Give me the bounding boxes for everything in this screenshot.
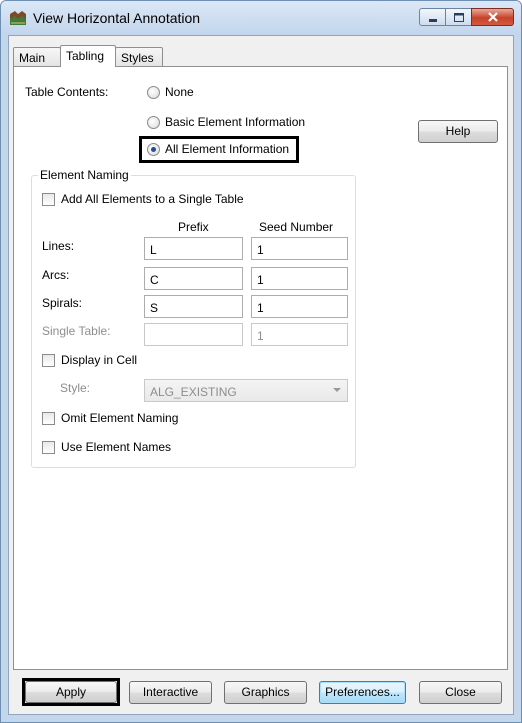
- dialog-client-area: Main Tabling Styles Table Contents: None…: [8, 35, 514, 715]
- add-all-elements-checkbox[interactable]: [42, 193, 55, 206]
- omit-element-naming-checkbox[interactable]: [42, 412, 55, 425]
- single-table-label: Single Table:: [42, 324, 111, 338]
- tab-main[interactable]: Main: [13, 47, 61, 66]
- add-all-elements-label[interactable]: Add All Elements to a Single Table: [61, 192, 244, 206]
- close-window-button[interactable]: [471, 8, 514, 26]
- minimize-icon: [429, 19, 437, 22]
- lines-label: Lines:: [42, 239, 75, 253]
- dialog-window: View Horizontal Annotation Main Tabling …: [0, 0, 522, 723]
- spirals-prefix-input[interactable]: S: [144, 295, 243, 318]
- single-table-seed-input: 1: [251, 323, 348, 346]
- element-naming-legend: Element Naming: [38, 168, 131, 182]
- spirals-seed-input[interactable]: 1: [251, 295, 348, 318]
- style-dropdown: ALG_EXISTING: [144, 379, 348, 402]
- tabling-panel: Table Contents: None Basic Element Infor…: [13, 66, 508, 670]
- interactive-button[interactable]: Interactive: [129, 681, 212, 704]
- maximize-icon: [454, 13, 464, 22]
- preferences-button[interactable]: Preferences...: [319, 681, 406, 704]
- apply-button[interactable]: Apply: [25, 681, 117, 703]
- radio-all-element-information[interactable]: [147, 143, 160, 156]
- lines-seed-input[interactable]: 1: [251, 237, 348, 260]
- use-element-names-label[interactable]: Use Element Names: [61, 440, 171, 454]
- close-icon: [488, 12, 498, 22]
- close-button[interactable]: Close: [419, 681, 502, 704]
- display-in-cell-label[interactable]: Display in Cell: [61, 353, 137, 367]
- help-button[interactable]: Help: [418, 120, 498, 143]
- graphics-button[interactable]: Graphics: [224, 681, 307, 704]
- prefix-header: Prefix: [178, 220, 209, 234]
- radio-basic-label[interactable]: Basic Element Information: [165, 115, 305, 129]
- use-element-names-checkbox[interactable]: [42, 441, 55, 454]
- tab-styles[interactable]: Styles: [115, 47, 163, 66]
- radio-none-label[interactable]: None: [165, 85, 194, 99]
- minimize-button[interactable]: [419, 8, 446, 26]
- omit-element-naming-label[interactable]: Omit Element Naming: [61, 411, 178, 425]
- table-contents-label: Table Contents:: [25, 85, 109, 99]
- app-icon: [9, 10, 27, 26]
- tab-tabling[interactable]: Tabling: [60, 45, 116, 67]
- maximize-button[interactable]: [445, 8, 472, 26]
- arcs-seed-input[interactable]: 1: [251, 267, 348, 290]
- seed-number-header: Seed Number: [259, 220, 334, 234]
- arcs-prefix-input[interactable]: C: [144, 267, 243, 290]
- lines-prefix-input[interactable]: L: [144, 237, 243, 260]
- style-label: Style:: [60, 381, 91, 395]
- window-title: View Horizontal Annotation: [33, 10, 201, 26]
- radio-all-label[interactable]: All Element Information: [165, 142, 289, 156]
- arcs-label: Arcs:: [42, 268, 70, 282]
- radio-basic-element-information[interactable]: [147, 116, 160, 129]
- single-table-prefix-input: [144, 323, 243, 346]
- spirals-label: Spirals:: [42, 296, 83, 310]
- chevron-down-icon: [333, 388, 341, 392]
- style-dropdown-value: ALG_EXISTING: [150, 385, 237, 399]
- display-in-cell-checkbox[interactable]: [42, 354, 55, 367]
- title-bar[interactable]: View Horizontal Annotation: [1, 1, 521, 35]
- radio-none[interactable]: [147, 86, 160, 99]
